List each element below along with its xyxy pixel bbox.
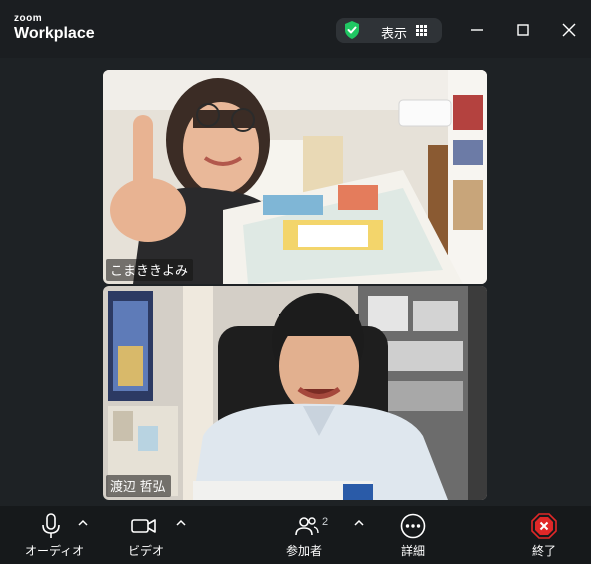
title-bar: zoom Workplace 表示 [0, 0, 591, 58]
participants-count-badge: 2 [322, 516, 329, 528]
video-options-chevron-up-icon[interactable] [176, 519, 186, 527]
more-button[interactable]: 詳細 [392, 506, 434, 564]
participants-icon [295, 517, 319, 536]
app-logo: zoom Workplace [14, 14, 95, 42]
shield-check-icon [345, 21, 359, 39]
video-tile-participant-2[interactable]: 渡辺 哲弘 [103, 286, 487, 500]
video-button[interactable]: ビデオ [120, 506, 170, 564]
participant-video-feed-1 [103, 70, 487, 284]
maximize-icon[interactable] [511, 18, 535, 42]
zoom-meeting-window: zoom Workplace 表示 こまききよみ 渡辺 哲弘 オーディオ ビデオ… [0, 0, 591, 564]
end-meeting-button[interactable]: 終了 [522, 506, 566, 564]
audio-options-chevron-up-icon[interactable] [78, 519, 88, 527]
video-tile-participant-1[interactable]: こまききよみ [103, 70, 487, 284]
video-label: ビデオ [128, 544, 165, 558]
participant-name-2: 渡辺 哲弘 [106, 475, 171, 497]
participants-button[interactable]: 2 参加者 [280, 506, 340, 564]
more-options-icon [400, 513, 426, 539]
microphone-icon [42, 513, 60, 538]
participants-label: 参加者 [286, 544, 323, 558]
participant-video-feed-2 [103, 286, 487, 500]
meeting-toolbar: オーディオ ビデオ 2 参加者 詳細 終了 [0, 506, 591, 564]
participant-name-1: こまききよみ [106, 259, 194, 281]
close-icon[interactable] [557, 18, 581, 42]
minimize-icon[interactable] [465, 18, 489, 42]
logo-small-text: zoom [14, 13, 43, 24]
end-label: 終了 [532, 544, 557, 558]
end-meeting-icon [531, 513, 557, 539]
view-label: 表示 [381, 26, 408, 41]
audio-button[interactable]: オーディオ [20, 506, 85, 564]
audio-label: オーディオ [25, 544, 85, 558]
logo-big-text: Workplace [14, 25, 95, 42]
view-button[interactable]: 表示 [336, 18, 442, 43]
more-label: 詳細 [401, 544, 426, 558]
participants-options-chevron-up-icon[interactable] [354, 519, 364, 527]
video-camera-icon [131, 519, 156, 533]
grid-icon [416, 25, 427, 36]
